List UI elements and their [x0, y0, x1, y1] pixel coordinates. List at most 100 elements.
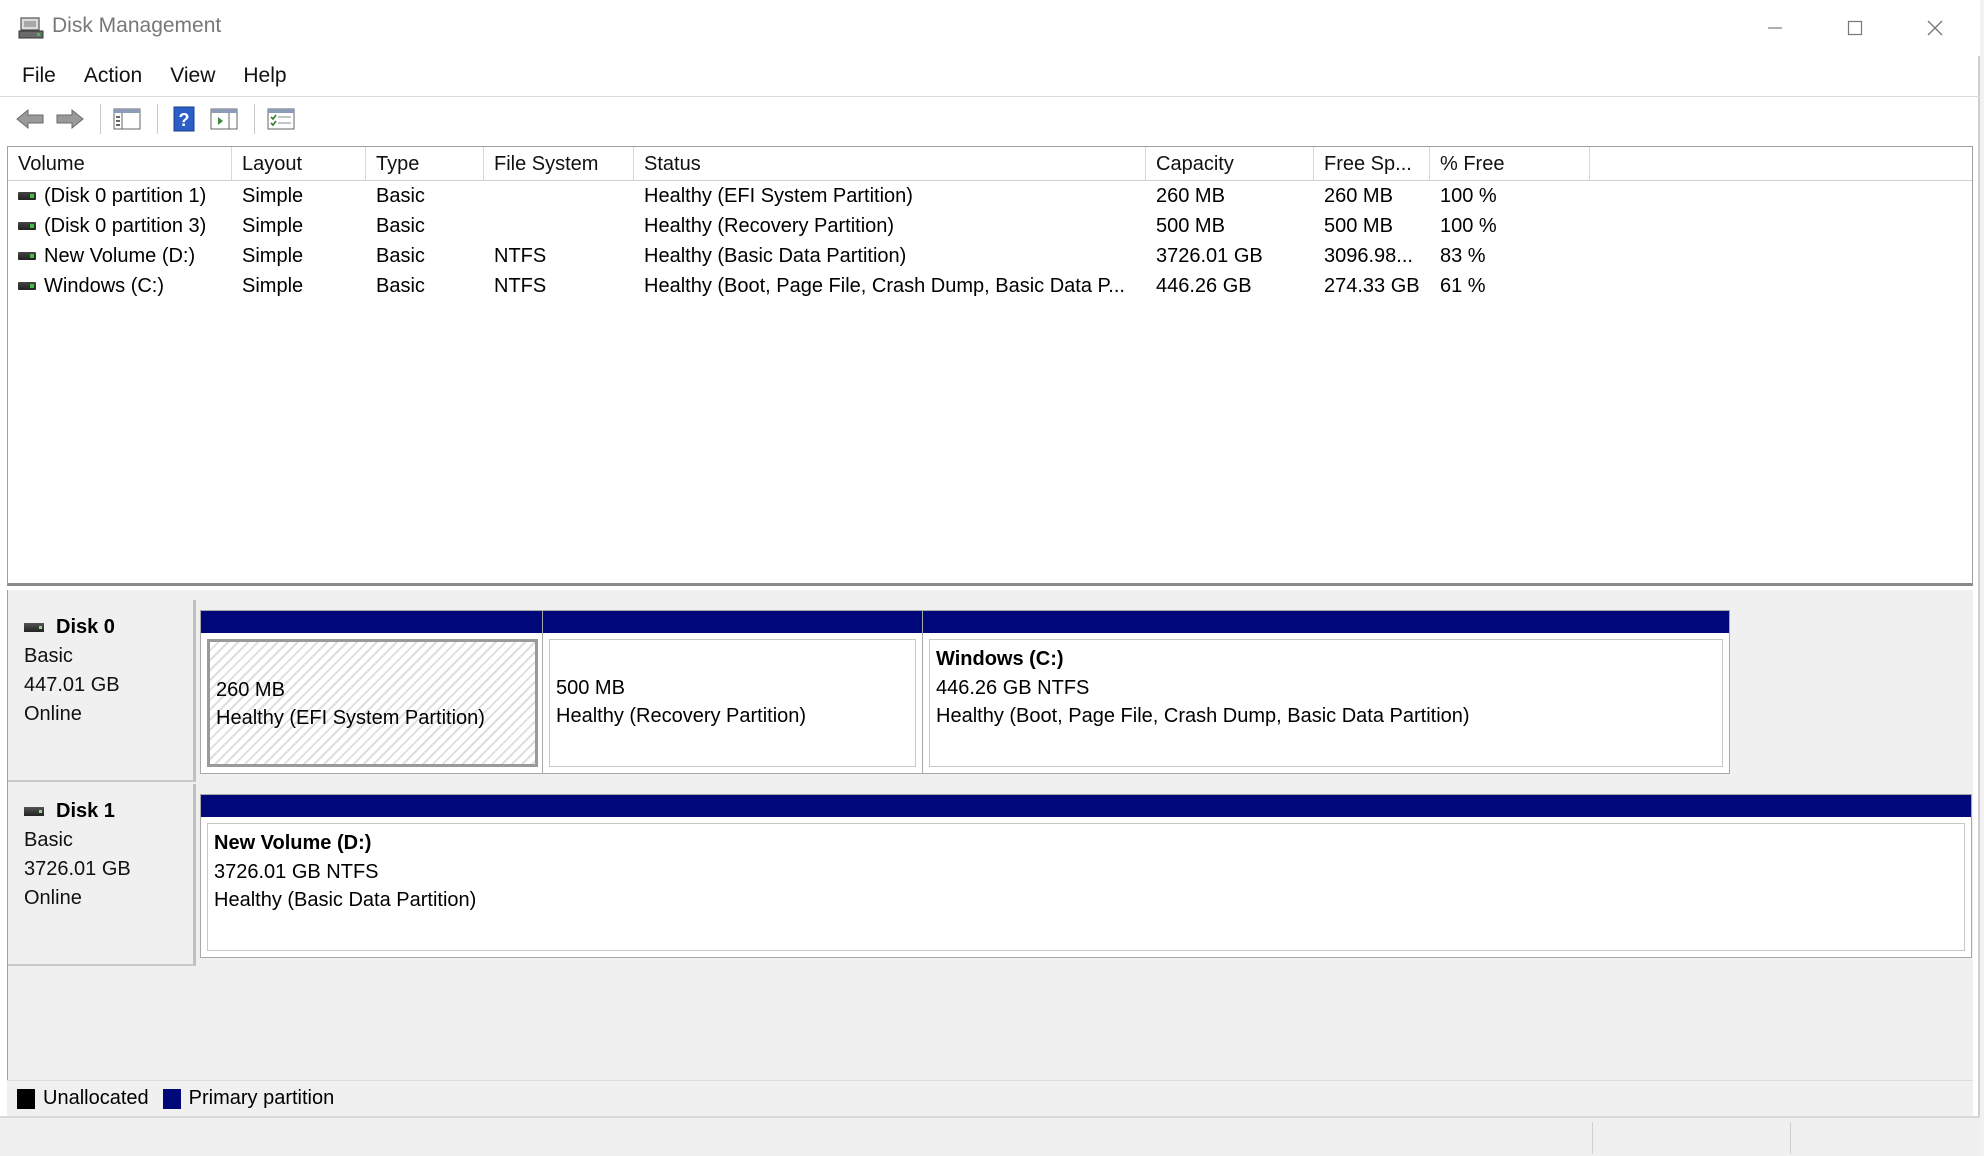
table-row[interactable]: Windows (C:) Simple Basic NTFS Healthy (… [8, 271, 1972, 301]
primary-partition-bar [923, 611, 1729, 633]
forward-button[interactable] [52, 102, 88, 136]
primary-partition-bar [543, 611, 922, 633]
column-header-file-system[interactable]: File System [484, 147, 634, 180]
toolbar-separator [254, 103, 255, 134]
menu-action[interactable]: Action [82, 60, 144, 92]
partition-status: Healthy (Boot, Page File, Crash Dump, Ba… [936, 705, 1470, 727]
disk-0-state: Online [24, 703, 82, 725]
partition-disk0-efi[interactable]: 260 MB Healthy (EFI System Partition) [200, 610, 545, 774]
column-header-status[interactable]: Status [634, 147, 1146, 180]
column-header-capacity[interactable]: Capacity [1146, 147, 1314, 180]
cell-volume: (Disk 0 partition 3) [8, 215, 232, 238]
console-tree-icon [113, 108, 141, 129]
partition-size: 260 MB [216, 679, 285, 701]
partition-disk1-new-volume-d[interactable]: New Volume (D:) 3726.01 GB NTFS Healthy … [200, 794, 1972, 958]
partition-body: New Volume (D:) 3726.01 GB NTFS Healthy … [207, 823, 1965, 951]
column-header-free-space[interactable]: Free Sp... [1314, 147, 1430, 180]
cell-type: Basic [376, 244, 425, 267]
partition-title: Windows (C:) [936, 648, 1064, 670]
close-button[interactable] [1895, 0, 1975, 56]
back-arrow-icon [16, 108, 44, 129]
show-hide-console-tree-button[interactable] [109, 102, 145, 136]
cell-free-space: 260 MB [1324, 184, 1393, 207]
disk-1-label[interactable]: Disk 1 Basic 3726.01 GB Online [8, 784, 196, 966]
volume-list-header: Volume Layout Type File System Status Ca… [8, 147, 1972, 181]
cell-capacity: 446.26 GB [1156, 274, 1252, 297]
column-header-layout[interactable]: Layout [232, 147, 366, 180]
primary-partition-bar [201, 611, 544, 633]
partition-status: Healthy (Recovery Partition) [556, 705, 807, 727]
partition-disk0-windows-c[interactable]: Windows (C:) 446.26 GB NTFS Healthy (Boo… [922, 610, 1730, 774]
properties-button[interactable] [263, 102, 299, 136]
menu-view[interactable]: View [168, 60, 217, 92]
menu-file[interactable]: File [20, 60, 58, 92]
table-row[interactable]: New Volume (D:) Simple Basic NTFS Health… [8, 241, 1972, 271]
cell-type: Basic [376, 214, 425, 237]
disk-0-type: Basic [24, 645, 73, 667]
cell-file-system: NTFS [494, 244, 547, 267]
back-button[interactable] [12, 102, 48, 136]
partition-body: 260 MB Healthy (EFI System Partition) [207, 639, 538, 767]
cell-percent-free: 100 % [1440, 184, 1497, 207]
cell-capacity: 3726.01 GB [1156, 244, 1263, 267]
cell-percent-free: 61 % [1440, 274, 1486, 297]
cell-layout: Simple [242, 244, 304, 267]
cell-layout: Simple [242, 184, 304, 207]
cell-type: Basic [376, 274, 425, 297]
toolbar-separator [100, 103, 101, 134]
column-header-percent-free[interactable]: % Free [1430, 147, 1590, 180]
volume-icon [18, 222, 36, 231]
partition-disk0-recovery[interactable]: 500 MB Healthy (Recovery Partition) [542, 610, 923, 774]
properties-view-icon [210, 108, 238, 129]
status-bar [0, 1116, 1980, 1156]
table-row[interactable]: (Disk 0 partition 3) Simple Basic Health… [8, 211, 1972, 241]
legend-label-unallocated: Unallocated [43, 1087, 149, 1109]
disk-1-name: Disk 1 [24, 800, 193, 823]
disk-1-type: Basic [24, 829, 73, 851]
cell-file-system: NTFS [494, 274, 547, 297]
disk-1-size: 3726.01 GB [24, 858, 131, 880]
volume-icon [18, 282, 36, 291]
cell-status: Healthy (EFI System Partition) [644, 184, 913, 207]
legend: Unallocated Primary partition [7, 1080, 1973, 1116]
disk-management-icon [18, 17, 44, 39]
svg-text:?: ? [179, 110, 190, 130]
partition-body: Windows (C:) 446.26 GB NTFS Healthy (Boo… [929, 639, 1723, 767]
help-button[interactable]: ? [166, 102, 202, 136]
title-bar[interactable]: Disk Management [0, 0, 1980, 56]
show-hide-action-pane-button[interactable] [206, 102, 242, 136]
disk-row-disk-0: Disk 0 Basic 447.01 GB Online 260 MB Hea… [8, 600, 1974, 782]
cell-percent-free: 83 % [1440, 244, 1486, 267]
partition-size: 500 MB [556, 677, 625, 699]
cell-status: Healthy (Basic Data Partition) [644, 244, 907, 267]
column-header-type[interactable]: Type [366, 147, 484, 180]
window-title: Disk Management [52, 14, 222, 37]
partition-status: Healthy (EFI System Partition) [216, 707, 485, 729]
minimize-button[interactable] [1735, 0, 1815, 56]
cell-layout: Simple [242, 214, 304, 237]
cell-layout: Simple [242, 274, 304, 297]
disk-0-label[interactable]: Disk 0 Basic 447.01 GB Online [8, 600, 196, 782]
cell-volume: (Disk 0 partition 1) [8, 185, 232, 208]
primary-partition-bar [201, 795, 1971, 817]
volume-icon [18, 252, 36, 261]
menu-help[interactable]: Help [241, 60, 288, 92]
disk-0-name: Disk 0 [24, 616, 193, 639]
disk-graphical-view[interactable]: Disk 0 Basic 447.01 GB Online 260 MB Hea… [7, 590, 1973, 1116]
window-edge [1980, 0, 1984, 1156]
legend-label-primary-partition: Primary partition [188, 1087, 335, 1109]
disk-icon [24, 623, 44, 632]
cell-capacity: 500 MB [1156, 214, 1225, 237]
disk-row-disk-1: Disk 1 Basic 3726.01 GB Online New Volum… [8, 784, 1974, 966]
cell-percent-free: 100 % [1440, 214, 1497, 237]
maximize-icon [1847, 20, 1863, 36]
column-header-volume[interactable]: Volume [8, 147, 232, 180]
volume-list[interactable]: Volume Layout Type File System Status Ca… [7, 146, 1973, 586]
cell-free-space: 500 MB [1324, 214, 1393, 237]
maximize-button[interactable] [1815, 0, 1895, 56]
disk-0-size: 447.01 GB [24, 674, 120, 696]
table-row[interactable]: (Disk 0 partition 1) Simple Basic Health… [8, 181, 1972, 211]
cell-capacity: 260 MB [1156, 184, 1225, 207]
partition-size: 3726.01 GB NTFS [214, 861, 379, 883]
cell-status: Healthy (Boot, Page File, Crash Dump, Ba… [644, 274, 1125, 297]
